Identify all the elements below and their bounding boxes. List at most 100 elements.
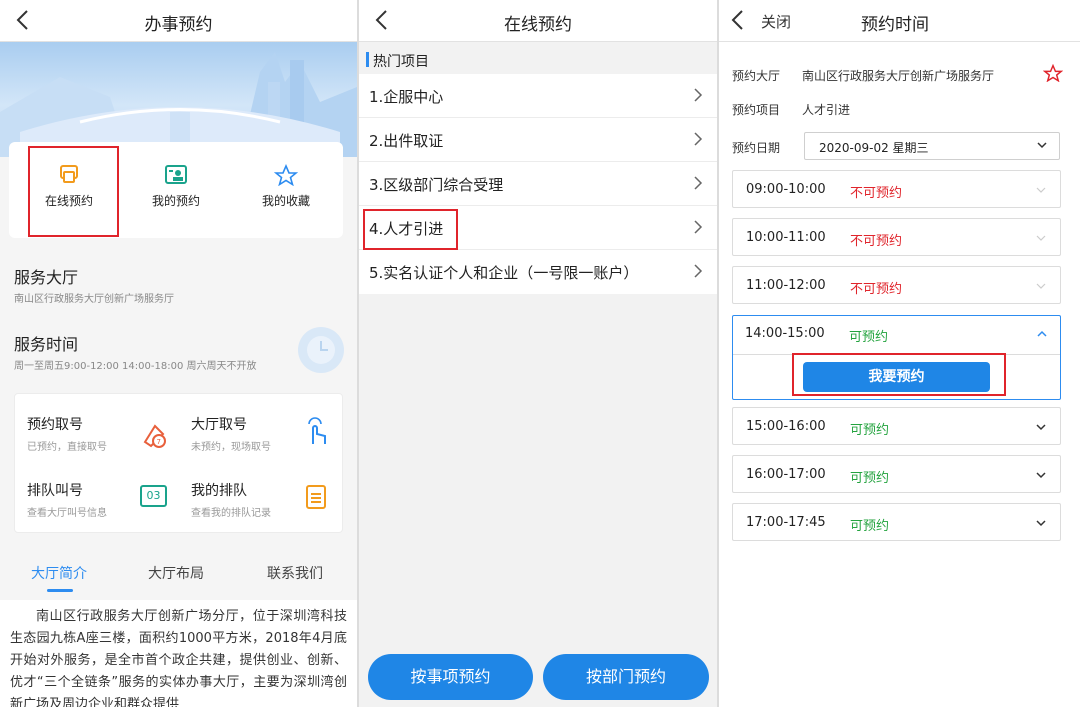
id-card-icon (165, 165, 187, 184)
list-item-label: 5.实名认证个人和企业（一号限一账户） (369, 264, 639, 282)
slot-status: 不可预约 (850, 234, 903, 249)
slot-status: 可预约 (850, 519, 890, 534)
hot-items-label: 热门项目 (373, 54, 429, 70)
star-icon (274, 164, 298, 186)
slot-time: 11:00-12:00 (746, 278, 826, 293)
time-slot[interactable]: 17:00-17:45 可预约 (732, 503, 1061, 541)
slot-status: 不可预约 (850, 186, 903, 201)
page-title: 在线预约 (504, 15, 572, 35)
time-slot[interactable]: 11:00-12:00 不可预约 (732, 266, 1061, 304)
hall-ticket-cell[interactable]: 大厅取号 未预约，现场取号 (191, 414, 271, 453)
slot-status: 可预约 (850, 423, 890, 438)
chevron-down-icon (1036, 424, 1046, 431)
hall-title: 服务大厅 (14, 268, 79, 287)
slot-time: 10:00-11:00 (746, 230, 826, 245)
slot-status: 可预约 (849, 330, 889, 345)
list-item[interactable]: 5.实名认证个人和企业（一号限一账户） (359, 250, 717, 294)
nav-bar: 在线预约 (359, 0, 717, 42)
my-queue-cell[interactable]: 我的排队 查看我的排队记录 (191, 480, 271, 519)
list-item-label: 1.企服中心 (369, 88, 444, 106)
active-tab-indicator (47, 589, 73, 592)
list-item[interactable]: 2.出件取证 (359, 118, 717, 162)
cell-sub: 未预约，现场取号 (191, 442, 271, 453)
back-arrow-icon[interactable] (727, 8, 751, 32)
chevron-up-icon (1037, 330, 1047, 337)
cell-title: 我的排队 (191, 483, 247, 499)
cell-sub: 查看大厅叫号信息 (27, 508, 107, 519)
queue-grid-card: 预约取号 已预约，直接取号 7 大厅取号 未预约，现场取号 排队叫号 查看大厅叫… (14, 393, 343, 533)
cell-sub: 查看我的排队记录 (191, 508, 271, 519)
slot-time: 14:00-15:00 (745, 326, 825, 341)
document-list-icon (306, 485, 326, 509)
city-banner-image (0, 42, 357, 157)
list-item[interactable]: 1.企服中心 (359, 74, 717, 118)
nav-bar: 办事预约 (0, 0, 357, 42)
date-select[interactable]: 2020-09-02 星期三 (804, 132, 1060, 160)
chevron-down-icon (1036, 187, 1046, 193)
hall-name: 南山区行政服务大厅创新广场服务厅 (14, 294, 174, 305)
list-item-label: 3.区级部门综合受理 (369, 176, 504, 194)
hall-tabs: 大厅简介 大厅布局 联系我们 (0, 555, 357, 593)
chevron-right-icon (694, 176, 703, 190)
list-item[interactable]: 3.区级部门综合受理 (359, 162, 717, 206)
my-favorites-label: 我的收藏 (261, 194, 310, 208)
book-by-item-button[interactable]: 按事项预约 (368, 654, 533, 700)
chevron-right-icon (694, 132, 703, 146)
chevron-right-icon (694, 88, 703, 102)
tab-contact[interactable]: 联系我们 (267, 563, 323, 583)
chevron-down-icon (1036, 235, 1046, 241)
chevron-right-icon (694, 220, 703, 234)
online-booking-highlight (28, 146, 119, 237)
slot-status: 可预约 (850, 471, 890, 486)
page-title: 预约时间 (861, 15, 929, 35)
item-key: 预约项目 (732, 103, 781, 117)
chevron-right-icon (694, 264, 703, 278)
talent-item-highlight (363, 209, 458, 250)
my-booking-entry[interactable]: 我的预约 (131, 164, 221, 209)
favorite-star-icon[interactable] (1043, 64, 1063, 82)
cell-title: 预约取号 (27, 417, 83, 433)
time-slot-expanded[interactable]: 14:00-15:00 可预约 (732, 315, 1061, 353)
date-key: 预约日期 (732, 141, 781, 155)
cell-sub: 已预约，直接取号 (27, 442, 107, 453)
slot-time: 09:00-10:00 (746, 182, 826, 197)
slot-time: 15:00-16:00 (746, 419, 826, 434)
tab-intro[interactable]: 大厅简介 (31, 563, 87, 583)
time-slot[interactable]: 16:00-17:00 可预约 (732, 455, 1061, 493)
cell-title: 排队叫号 (27, 483, 83, 499)
appointment-ticket-cell[interactable]: 预约取号 已预约，直接取号 (27, 414, 107, 453)
book-by-department-button[interactable]: 按部门预约 (543, 654, 709, 700)
close-button[interactable]: 关闭 (761, 11, 791, 32)
cell-title: 大厅取号 (191, 417, 247, 433)
hot-items-header: 热门项目 (359, 44, 717, 74)
slot-time: 16:00-17:00 (746, 467, 826, 482)
chevron-down-icon (1036, 283, 1046, 289)
slot-time: 17:00-17:45 (746, 515, 826, 530)
service-list: 1.企服中心 2.出件取证 3.区级部门综合受理 4.人才引进 5.实名认证个人… (359, 74, 717, 294)
chevron-down-icon (1037, 142, 1047, 149)
screen-number-icon: 03 (140, 485, 167, 507)
hall-row: 预约大厅 南山区行政服务大厅创新广场服务厅 (732, 67, 994, 84)
time-slot[interactable]: 15:00-16:00 可预约 (732, 407, 1061, 445)
chevron-down-icon (1036, 520, 1046, 527)
hall-intro-text: 南山区行政服务大厅创新广场分厅，位于深圳湾科技生态园九栋A座三楼，面积约1000… (0, 600, 357, 707)
item-row: 预约项目 人才引进 (732, 101, 850, 118)
my-favorites-entry[interactable]: 我的收藏 (241, 164, 331, 209)
item-value: 人才引进 (802, 103, 851, 117)
online-booking-screen: 在线预约 热门项目 1.企服中心 2.出件取证 3.区级部门综合受理 4.人才引… (359, 0, 717, 707)
time-title: 服务时间 (14, 335, 79, 354)
hall-value: 南山区行政服务大厅创新广场服务厅 (802, 69, 995, 83)
svg-text:7: 7 (157, 438, 161, 446)
tab-layout[interactable]: 大厅布局 (148, 563, 204, 583)
slot-status: 不可预约 (850, 282, 903, 297)
nav-bar: 关闭 预约时间 (719, 0, 1080, 42)
booking-time-screen: 关闭 预约时间 预约大厅 南山区行政服务大厅创新广场服务厅 预约项目 人才引进 预约… (719, 0, 1080, 707)
my-booking-label: 我的预约 (151, 194, 200, 208)
call-number-cell[interactable]: 排队叫号 查看大厅叫号信息 (27, 480, 107, 519)
hall-key: 预约大厅 (732, 69, 781, 83)
list-item-label: 2.出件取证 (369, 132, 444, 150)
time-slot[interactable]: 09:00-10:00 不可预约 (732, 170, 1061, 208)
date-value: 2020-09-02 星期三 (819, 141, 929, 155)
time-slot[interactable]: 10:00-11:00 不可预约 (732, 218, 1061, 256)
tap-hand-icon (308, 417, 326, 444)
